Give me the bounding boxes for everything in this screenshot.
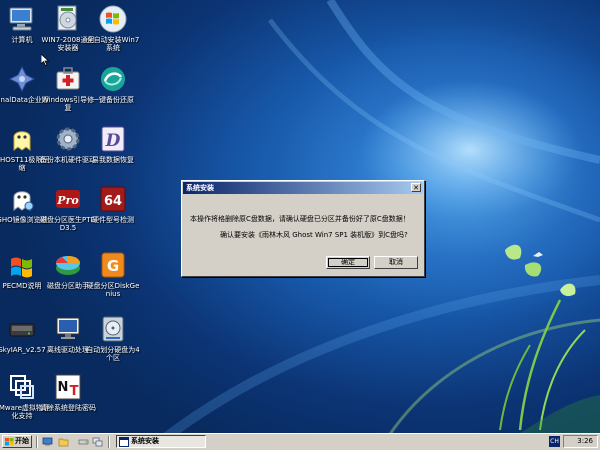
drive-icon[interactable] <box>78 436 89 447</box>
computer-icon <box>9 7 33 31</box>
taskbar-separator <box>108 436 110 448</box>
pro-tool-icon: Pro <box>56 190 80 208</box>
ghost-explorer-icon <box>13 191 34 211</box>
svg-text:G: G <box>107 257 119 275</box>
mouse-cursor-icon <box>41 54 49 66</box>
dialog-title: 系统安装 <box>186 184 214 192</box>
dialog-message-warning: 本操作将格删除原C盘数据，请确认硬盘已分区并备份好了原C盘数据！ <box>190 215 410 223</box>
partition-assistant-icon <box>56 256 80 275</box>
hardware-64-icon: 64 <box>100 186 126 212</box>
svg-text:N: N <box>58 380 69 395</box>
dialog-titlebar[interactable]: 系统安装 ✕ <box>183 182 423 194</box>
gear-icon <box>56 127 80 151</box>
svg-text:64: 64 <box>104 194 122 209</box>
taskbar: 开始 系统安装 CH 3:26 <box>0 433 600 450</box>
explorer-folder-icon[interactable] <box>58 436 69 447</box>
window-app-icon <box>119 437 129 447</box>
backup-swirl-icon <box>101 67 125 91</box>
desktop-icon-label: 全自动安装Win7系统 <box>86 36 140 52</box>
data-recovery-d-icon: D <box>101 126 125 152</box>
desktop-icon-hardware-detection[interactable]: 64 硬件型号检测 <box>85 184 141 224</box>
start-label: 开始 <box>15 437 29 445</box>
dialog-message-confirm: 确认要安装《雨林木风 Ghost Win7 SP1 装机版》到C盘吗? <box>220 231 408 239</box>
windows-logo-icon <box>99 5 127 33</box>
language-indicator[interactable]: CH <box>549 436 560 447</box>
system-tray: 3:26 <box>563 435 598 448</box>
desktop-icon-label: 清除系统登陆密码 <box>40 404 96 412</box>
desktop: 计算机 WIN7-2008通用安装器 全自动安装Win7系统 FinalData… <box>0 0 600 450</box>
system-install-dialog: 系统安装 ✕ 本操作将格删除原C盘数据，请确认硬盘已分区并备份好了原C盘数据！ … <box>181 180 425 277</box>
desktop-icon-label: 自动划分硬盘为4个区 <box>86 346 140 362</box>
windows-start-icon <box>5 438 14 446</box>
desktop-icon-diskgenius[interactable]: G 硬盘分区DiskGenius <box>85 250 141 298</box>
ghost-icon <box>13 131 31 151</box>
skyiar-disk-icon <box>9 323 35 337</box>
desktop-icon-clear-login-password[interactable]: N T 清除系统登陆密码 <box>40 372 96 412</box>
desktop-icon-label: 硬盘分区DiskGenius <box>86 282 140 298</box>
windows-flag-icon <box>11 257 32 278</box>
taskbar-item-label: 系统安装 <box>131 437 159 445</box>
desktop-icon-label: 一键备份还原 <box>92 96 134 104</box>
start-button[interactable]: 开始 <box>2 435 32 448</box>
desktop-icon-label: 易我数据恢复 <box>92 156 134 164</box>
desktop-icon-auto-partition-4[interactable]: 自动划分硬盘为4个区 <box>85 314 141 362</box>
desktop-icon-label: 硬件型号检测 <box>92 216 134 224</box>
show-desktop-icon[interactable] <box>42 436 53 447</box>
svg-text:Pro: Pro <box>56 194 78 207</box>
svg-text:T: T <box>70 384 79 399</box>
taskbar-item-system-install[interactable]: 系统安装 <box>116 435 206 448</box>
close-icon: ✕ <box>413 184 419 192</box>
nt-password-icon: N T <box>55 374 81 400</box>
clock[interactable]: 3:26 <box>577 436 593 447</box>
vmware-icon <box>10 375 34 399</box>
monitor-driver-icon <box>56 317 80 339</box>
harddisk-partition-icon <box>102 316 124 342</box>
diskgenius-icon: G <box>101 252 125 278</box>
cancel-button[interactable]: 取消 <box>374 256 418 269</box>
desktop-icon-one-key-backup[interactable]: 一键备份还原 <box>85 64 141 104</box>
ok-button[interactable]: 确定 <box>326 256 370 269</box>
first-aid-box-icon <box>56 67 80 90</box>
taskbar-separator <box>36 436 38 448</box>
installer-disc-icon <box>57 5 77 31</box>
network-icon[interactable] <box>92 436 103 447</box>
finaldata-icon <box>8 65 36 93</box>
desktop-icon-auto-install-win7[interactable]: 全自动安装Win7系统 <box>85 4 141 52</box>
desktop-icon-easeus-data-recovery[interactable]: D 易我数据恢复 <box>85 124 141 164</box>
svg-text:D: D <box>105 131 121 151</box>
dialog-close-button[interactable]: ✕ <box>411 183 421 192</box>
